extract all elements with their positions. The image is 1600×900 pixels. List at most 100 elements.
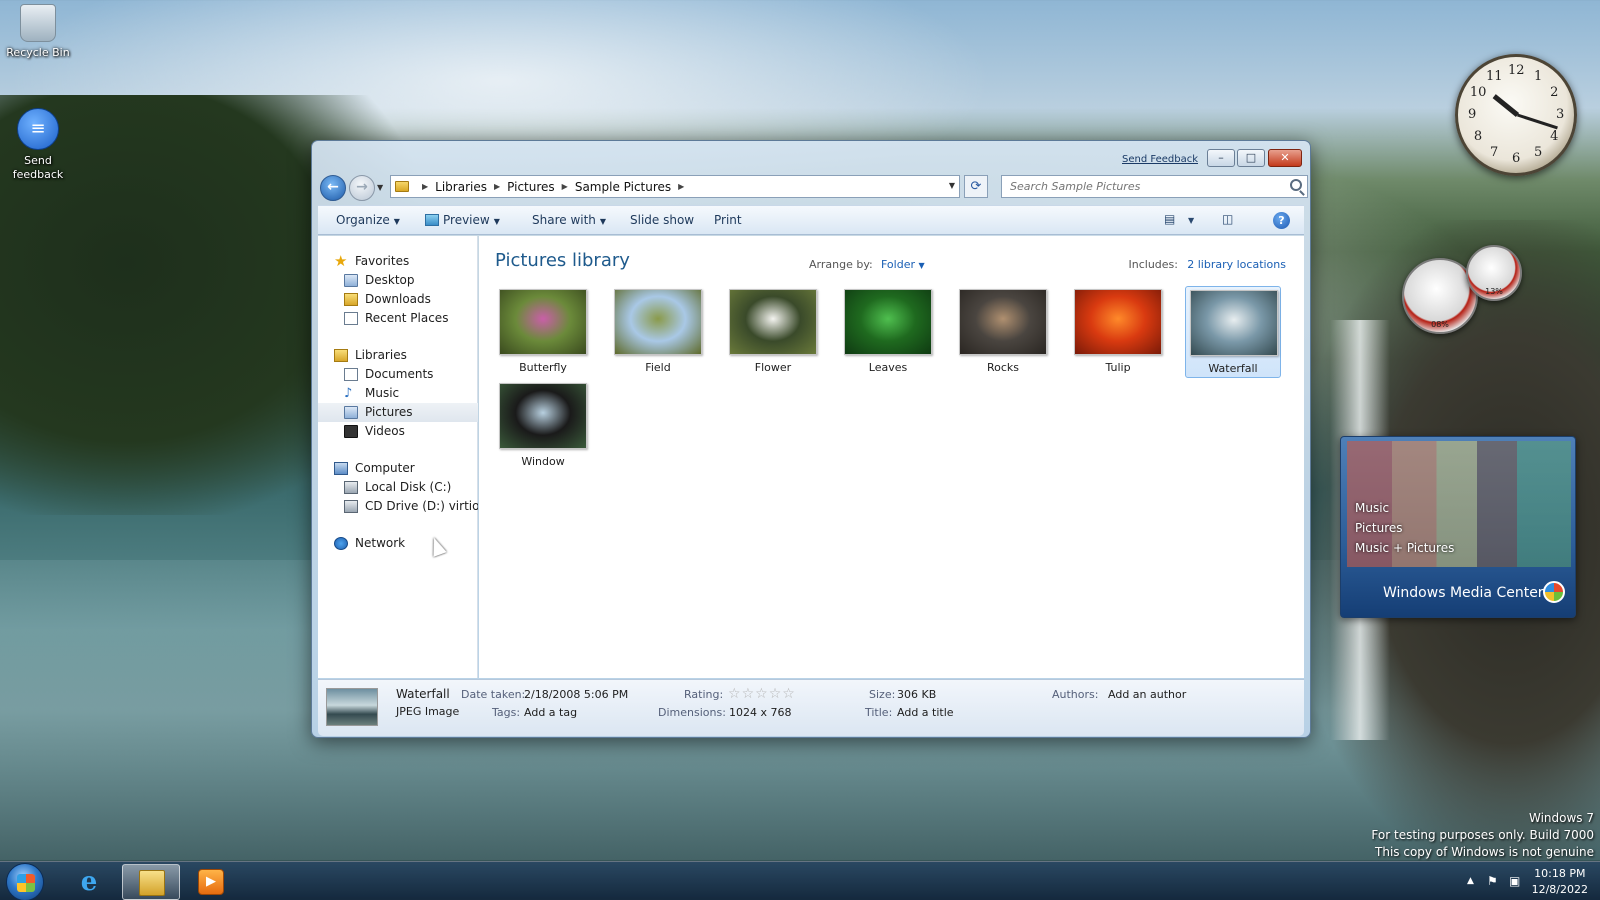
clock-hour-hand	[1492, 94, 1519, 117]
media-menu-pictures[interactable]: Pictures	[1355, 521, 1403, 535]
refresh-button[interactable]: ⟳	[964, 175, 988, 198]
nav-recent-places[interactable]: Recent Places	[318, 309, 478, 328]
memory-meter-value: 13%	[1485, 287, 1503, 296]
minimize-button[interactable]: –	[1207, 149, 1235, 167]
taskbar-media-player[interactable]: ▶	[182, 864, 240, 900]
clock-number: 1	[1534, 68, 1543, 84]
preview-pane-icon[interactable]: ◫	[1222, 212, 1233, 226]
start-button[interactable]	[6, 863, 44, 900]
title-value[interactable]: Add a title	[897, 706, 954, 719]
breadcrumb-libraries[interactable]: Libraries	[435, 180, 487, 194]
desktop-icon-label: Recycle Bin	[6, 46, 70, 59]
arrange-by-dropdown[interactable]: Folder ▼	[881, 258, 925, 271]
thumbnail-image	[729, 289, 817, 355]
preview-button[interactable]: Preview ▼	[425, 213, 500, 227]
desktop-icon-send-feedback[interactable]: ≡ Send feedback	[0, 108, 76, 182]
star-icon[interactable]: ☆	[742, 686, 756, 702]
taskbar: e ▶ ▲ ⚑ ▣ 10:18 PM 12/8/2022	[0, 861, 1600, 900]
nav-desktop[interactable]: Desktop	[318, 271, 478, 290]
chevron-right-icon[interactable]: ▶	[678, 182, 684, 191]
authors-value[interactable]: Add an author	[1108, 688, 1186, 701]
downloads-folder-icon	[344, 293, 358, 306]
thumbnail-window[interactable]: Window	[495, 380, 591, 472]
breadcrumb-sample-pictures[interactable]: Sample Pictures	[575, 180, 671, 194]
nav-network[interactable]: Network	[318, 534, 478, 553]
library-locations-link[interactable]: 2 library locations	[1187, 258, 1286, 271]
nav-favorites[interactable]: ★ Favorites	[318, 252, 478, 271]
date-taken-value[interactable]: 2/18/2008 5:06 PM	[524, 688, 628, 701]
nav-libraries[interactable]: Libraries	[318, 346, 478, 365]
taskbar-windows-explorer[interactable]	[122, 864, 180, 900]
forward-button[interactable]: →	[349, 175, 375, 201]
search-box[interactable]	[1001, 175, 1308, 198]
documents-icon	[344, 368, 358, 381]
clock-gadget[interactable]: 12 1 2 3 4 5 6 7 8 9 10 11	[1455, 54, 1577, 176]
star-icon[interactable]: ☆	[728, 686, 742, 702]
thumbnail-leaves[interactable]: Leaves	[840, 286, 936, 378]
recycle-bin-icon	[20, 4, 56, 42]
star-icon[interactable]: ☆	[755, 686, 769, 702]
chevron-right-icon[interactable]: ▶	[422, 182, 428, 191]
folder-icon	[395, 181, 409, 192]
desktop-icon-recycle-bin[interactable]: Recycle Bin	[0, 4, 76, 60]
breadcrumb-pictures[interactable]: Pictures	[507, 180, 555, 194]
star-icon[interactable]: ☆	[769, 686, 783, 702]
nav-computer[interactable]: Computer	[318, 459, 478, 478]
thumbnail-tulip[interactable]: Tulip	[1070, 286, 1166, 378]
window-titlebar[interactable]: Send Feedback – □ ✕	[312, 141, 1310, 171]
nav-local-disk[interactable]: Local Disk (C:)	[318, 478, 478, 497]
chevron-right-icon[interactable]: ▶	[562, 182, 568, 191]
nav-music[interactable]: ♪ Music	[318, 384, 478, 403]
slide-show-button[interactable]: Slide show	[630, 213, 694, 227]
memory-meter-gadget[interactable]: 13%	[1466, 245, 1522, 301]
share-with-button[interactable]: Share with ▼	[532, 213, 606, 227]
thumbnail-flower[interactable]: Flower	[725, 286, 821, 378]
view-options-dropdown[interactable]: ▼	[1188, 216, 1194, 225]
rating-stars[interactable]: ☆☆☆☆☆	[728, 686, 796, 702]
media-center-logo-icon	[1543, 581, 1565, 603]
thumbnail-butterfly[interactable]: Butterfly	[495, 286, 591, 378]
media-menu-music-pictures[interactable]: Music + Pictures	[1355, 541, 1454, 555]
maximize-button[interactable]: □	[1237, 149, 1265, 167]
windows-flag-icon	[17, 874, 35, 892]
nav-documents[interactable]: Documents	[318, 365, 478, 384]
preview-label: Preview	[443, 213, 490, 227]
thumbnail-field[interactable]: Field	[610, 286, 706, 378]
tags-label: Tags:	[492, 706, 521, 719]
media-menu-music[interactable]: Music	[1355, 501, 1389, 515]
search-input[interactable]	[1002, 176, 1272, 197]
thumbnail-rocks[interactable]: Rocks	[955, 286, 1051, 378]
media-player-icon: ▶	[198, 869, 224, 895]
cpu-meter-value: 08%	[1431, 320, 1449, 329]
thumbnail-waterfall[interactable]: Waterfall	[1185, 286, 1281, 378]
nav-downloads[interactable]: Downloads	[318, 290, 478, 309]
media-center-gadget[interactable]: Music Pictures Music + Pictures Windows …	[1340, 436, 1576, 618]
dimensions-value: 1024 x 768	[729, 706, 792, 719]
change-view-icon[interactable]: ▤	[1164, 212, 1175, 226]
nav-videos[interactable]: Videos	[318, 422, 478, 441]
tags-value[interactable]: Add a tag	[524, 706, 577, 719]
show-hidden-icons-icon[interactable]: ▲	[1467, 876, 1474, 886]
size-value: 306 KB	[897, 688, 937, 701]
taskbar-date: 12/8/2022	[1531, 883, 1588, 896]
recent-pages-dropdown[interactable]: ▼	[377, 183, 383, 192]
chevron-right-icon[interactable]: ▶	[494, 182, 500, 191]
organize-button[interactable]: Organize ▼	[336, 213, 400, 227]
taskbar-internet-explorer[interactable]: e	[60, 864, 118, 900]
action-center-flag-icon[interactable]: ⚑	[1487, 874, 1498, 888]
address-dropdown-icon[interactable]: ▼	[949, 181, 955, 190]
print-button[interactable]: Print	[714, 213, 742, 227]
send-feedback-link[interactable]: Send Feedback	[1122, 154, 1198, 165]
address-bar[interactable]: ▶ Libraries ▶ Pictures ▶ Sample Pictures…	[390, 175, 960, 198]
videos-icon	[344, 425, 358, 438]
nav-cd-drive[interactable]: CD Drive (D:) virtio-w	[318, 497, 478, 516]
taskbar-clock[interactable]: 10:18 PM 12/8/2022	[1532, 866, 1588, 898]
close-button[interactable]: ✕	[1268, 149, 1302, 167]
search-icon[interactable]	[1290, 179, 1302, 191]
star-icon[interactable]: ☆	[782, 686, 796, 702]
desktop-icon-label: Send feedback	[12, 154, 64, 181]
back-button[interactable]: ←	[320, 175, 346, 201]
network-status-icon[interactable]: ▣	[1509, 874, 1520, 888]
nav-pictures[interactable]: Pictures	[318, 403, 478, 422]
help-icon[interactable]: ?	[1273, 212, 1290, 229]
